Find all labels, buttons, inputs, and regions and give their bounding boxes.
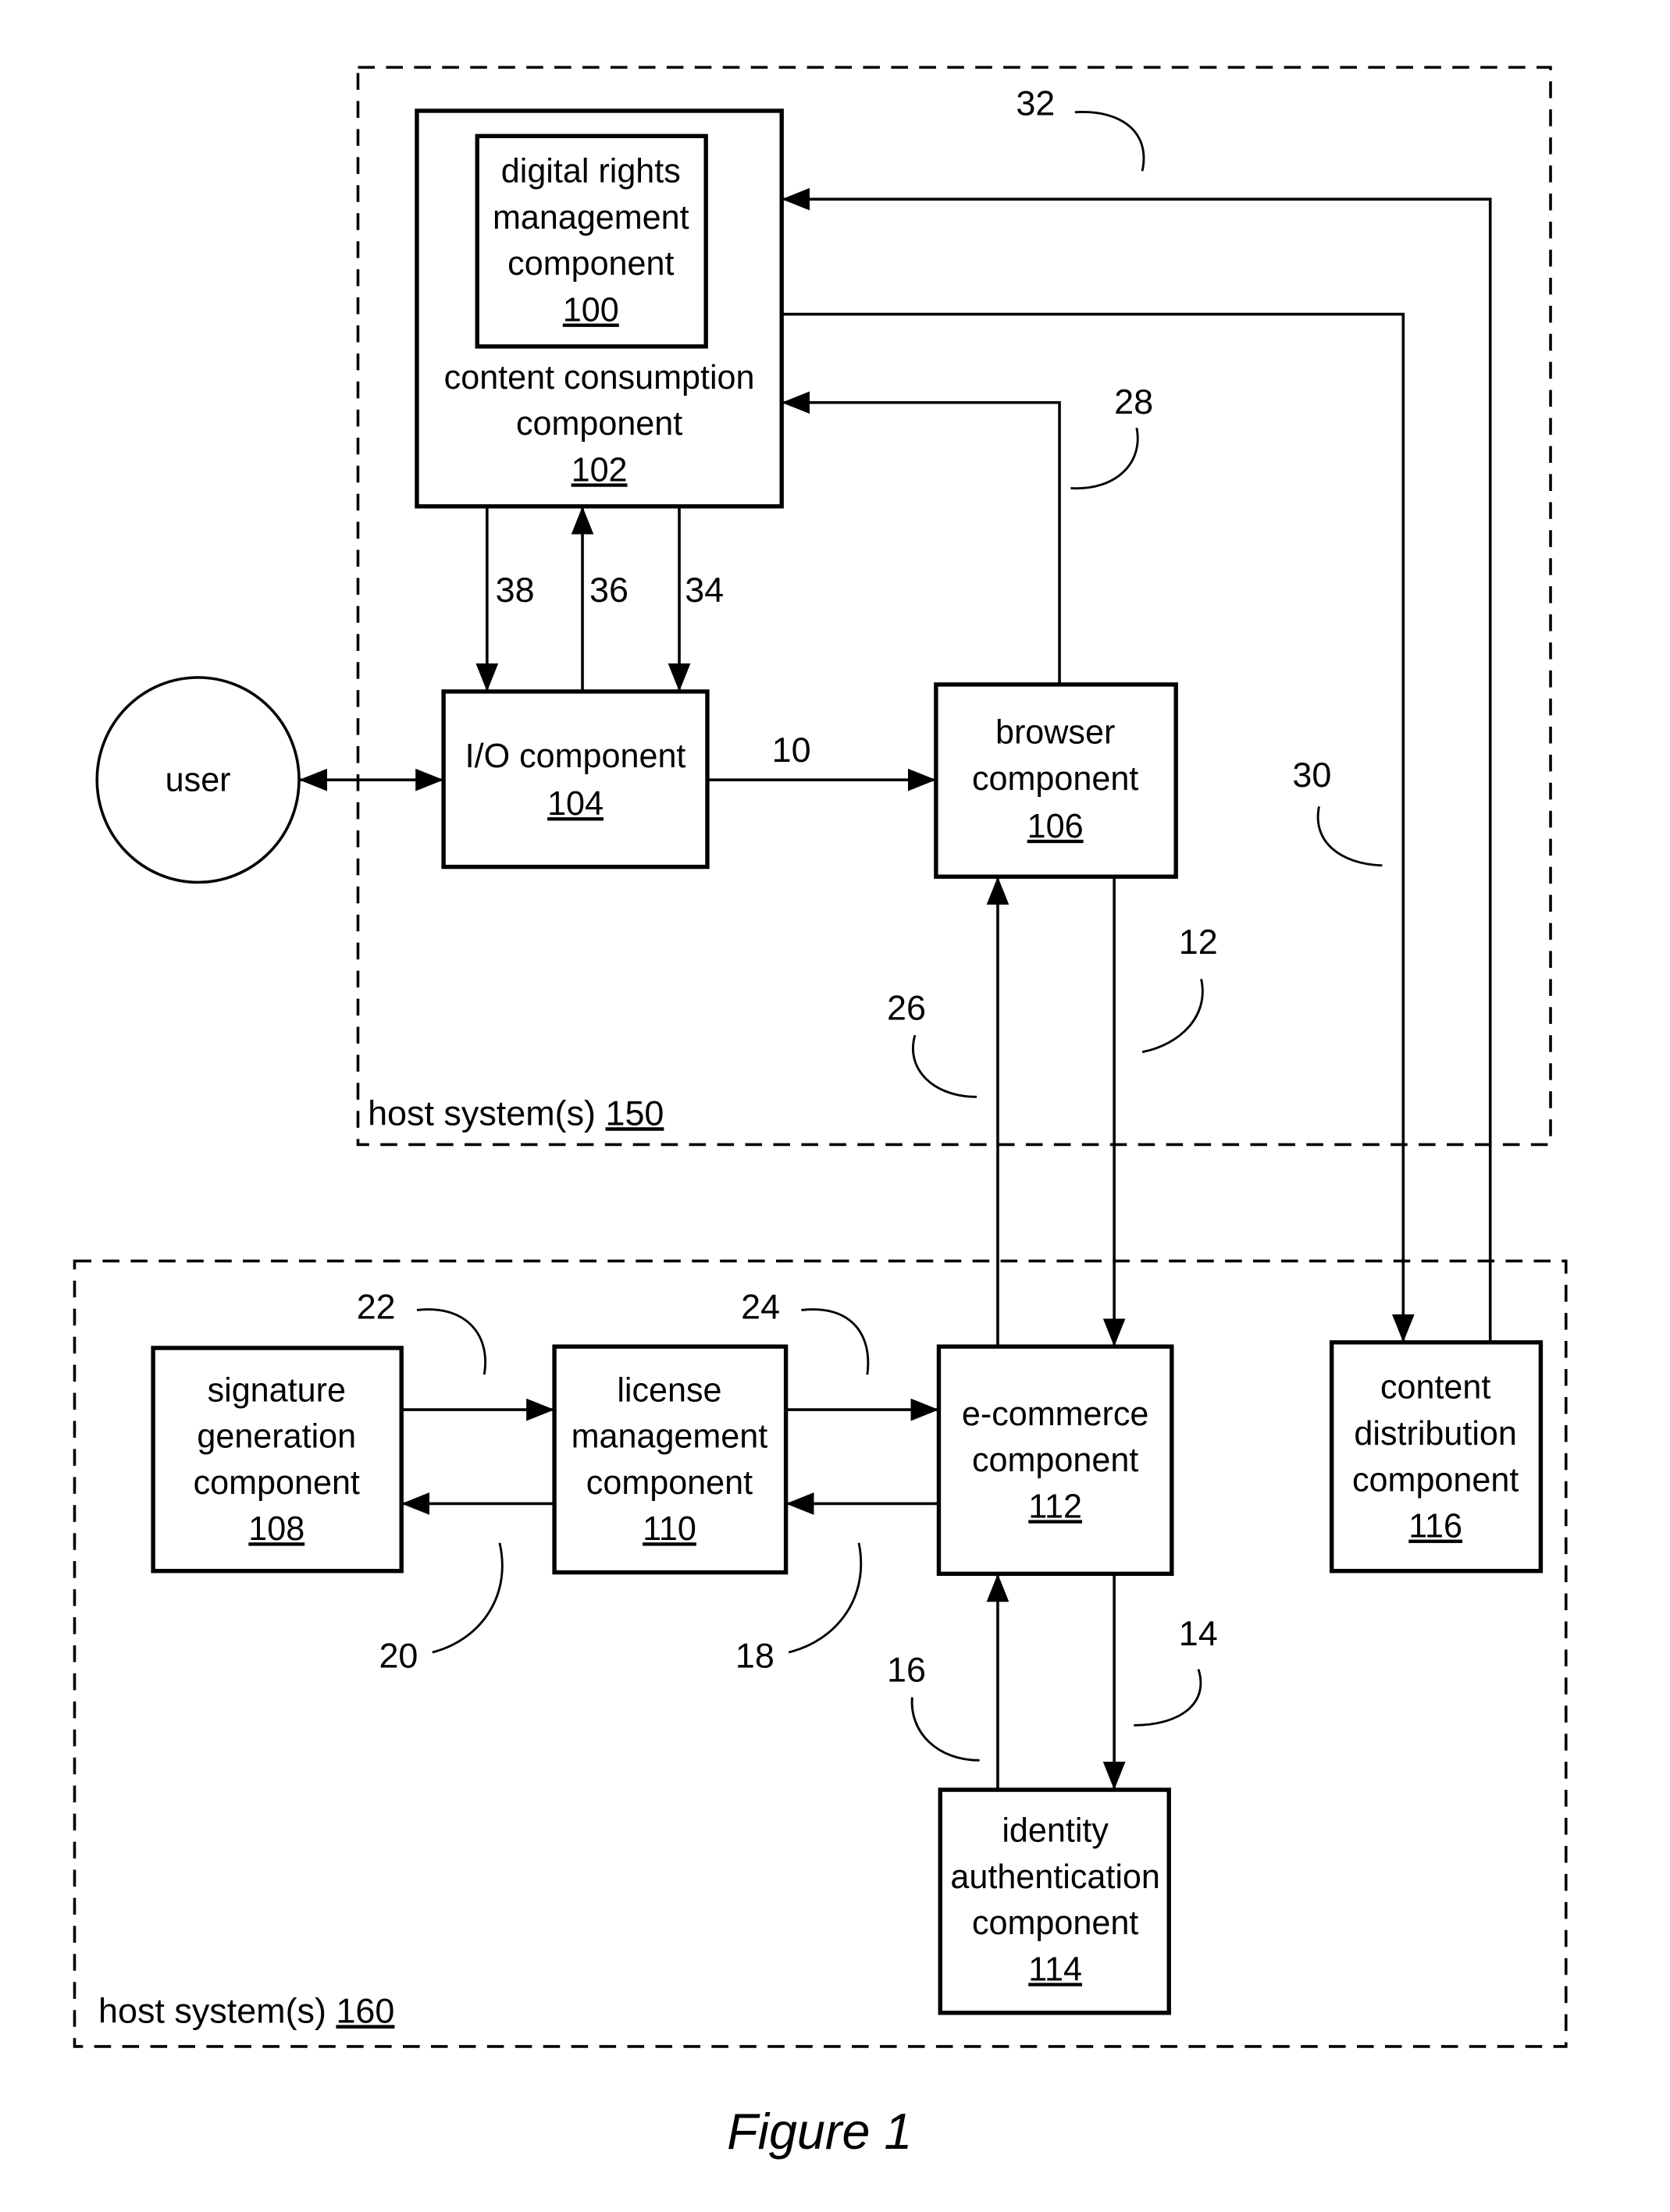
leader-18	[788, 1542, 863, 1654]
identity-label-line-1: identity	[1002, 1812, 1109, 1850]
host-system-160-label: host system(s) 160	[98, 1990, 394, 2030]
content-consumption-label-line-2: component	[516, 405, 682, 443]
license-label-line-3: component	[586, 1464, 753, 1502]
flow-label-16: 16	[887, 1650, 926, 1690]
content-consumption-number: 102	[572, 451, 628, 489]
flow-label-18: 18	[735, 1636, 774, 1676]
io-component	[441, 689, 710, 870]
ecommerce-label-line-2: component	[972, 1442, 1138, 1479]
user-label: user	[166, 762, 231, 799]
flow-label-22: 22	[357, 1286, 396, 1326]
leader-14	[1134, 1669, 1202, 1727]
license-label-line-2: management	[572, 1418, 768, 1456]
figure-caption: Figure 1	[727, 2103, 912, 2160]
flow-label-10: 10	[772, 730, 811, 770]
flow-label-24: 24	[741, 1286, 780, 1326]
io-number: 104	[547, 785, 604, 823]
leader-16	[910, 1697, 980, 1762]
leader-22	[416, 1308, 486, 1375]
flow-label-14: 14	[1179, 1613, 1218, 1653]
identity-number: 114	[1028, 1951, 1082, 1988]
browser-label-line-1: browser	[995, 713, 1115, 751]
license-label-line-1: license	[617, 1371, 721, 1409]
flow-label-34: 34	[685, 570, 724, 610]
leader-12	[1141, 979, 1204, 1054]
ecommerce-label-line-1: e-commerce	[962, 1396, 1149, 1433]
flow-label-36: 36	[589, 570, 628, 610]
drm-label-line-3: component	[507, 245, 674, 283]
flow-label-32: 32	[1016, 83, 1055, 123]
identity-label-line-2: authentication	[950, 1858, 1159, 1896]
flow-label-26: 26	[887, 987, 926, 1027]
io-label: I/O component	[465, 738, 686, 775]
browser-label-line-2: component	[972, 760, 1138, 798]
license-number: 110	[643, 1510, 696, 1548]
leader-28	[1070, 427, 1139, 489]
leader-24	[801, 1308, 870, 1375]
signature-label-line-3: component	[194, 1464, 360, 1502]
drm-number: 100	[563, 292, 619, 329]
leader-30	[1316, 806, 1383, 867]
leader-20	[432, 1542, 504, 1654]
diagram-canvas: host system(s) 150 host system(s) 160 us…	[73, 66, 1568, 2160]
flow-label-20: 20	[379, 1636, 418, 1676]
flow-label-12: 12	[1179, 922, 1218, 962]
content-consumption-label-line-1: content consumption	[444, 359, 755, 397]
distribution-number: 116	[1408, 1508, 1462, 1545]
arrow-28	[782, 391, 1061, 685]
ecommerce-number: 112	[1028, 1488, 1082, 1525]
host-system-150-label: host system(s) 150	[368, 1093, 664, 1133]
drm-label-line-2: management	[493, 199, 689, 236]
identity-label-line-3: component	[972, 1904, 1138, 1942]
browser-number: 106	[1027, 808, 1084, 845]
flow-label-28: 28	[1114, 382, 1153, 421]
signature-number: 108	[248, 1510, 304, 1548]
flow-label-30: 30	[1292, 755, 1331, 795]
flow-label-38: 38	[496, 570, 535, 610]
distribution-label-line-2: distribution	[1354, 1415, 1516, 1453]
signature-label-line-2: generation	[197, 1418, 356, 1456]
leader-32	[1074, 111, 1145, 172]
distribution-label-line-1: content	[1380, 1369, 1490, 1407]
leader-26	[912, 1034, 977, 1098]
signature-label-line-1: signature	[208, 1371, 346, 1409]
drm-label-line-1: digital rights	[501, 153, 681, 190]
distribution-label-line-3: component	[1352, 1461, 1519, 1499]
